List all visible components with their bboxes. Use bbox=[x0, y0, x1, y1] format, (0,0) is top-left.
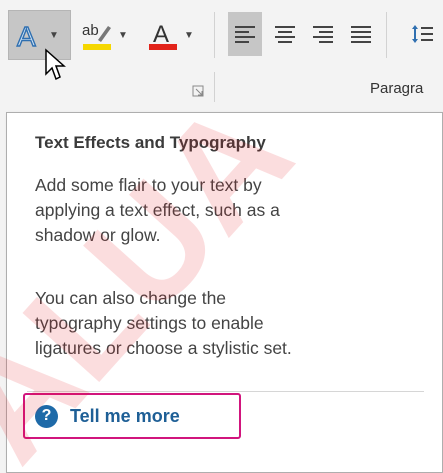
tooltip-line: typography settings to enable bbox=[35, 313, 264, 333]
align-center-button[interactable] bbox=[268, 12, 302, 56]
tooltip-line: You can also change the bbox=[35, 288, 227, 308]
text-effects-icon: A bbox=[16, 20, 36, 50]
align-center-icon bbox=[275, 26, 295, 43]
text-highlight-color-button[interactable]: ab ▼ bbox=[80, 10, 136, 60]
group-separator bbox=[386, 12, 387, 58]
font-color-glyph: A bbox=[153, 21, 169, 48]
chevron-down-icon: ▼ bbox=[118, 29, 128, 41]
chevron-down-icon: ▼ bbox=[184, 29, 194, 41]
group-separator bbox=[214, 12, 215, 58]
tooltip-line: ligatures or choose a stylistic set. bbox=[35, 338, 292, 358]
tooltip-line: applying a text effect, such as a bbox=[35, 200, 280, 220]
font-color-button[interactable]: A ▼ bbox=[146, 10, 202, 60]
highlight-glyph: ab bbox=[82, 22, 99, 39]
tooltip-title: Text Effects and Typography bbox=[35, 133, 266, 152]
tooltip-line: shadow or glow. bbox=[35, 225, 161, 245]
chevron-down-icon: ▼ bbox=[49, 29, 59, 41]
align-right-button[interactable] bbox=[306, 12, 340, 56]
justify-icon bbox=[351, 26, 371, 43]
align-left-icon bbox=[235, 26, 255, 43]
align-left-button[interactable] bbox=[228, 12, 262, 56]
tooltip-description: You can also change the typography setti… bbox=[35, 286, 405, 361]
ribbon: A ▼ ab ▼ A ▼ Paragra bbox=[0, 0, 443, 108]
paragraph-group-label: Paragra bbox=[370, 80, 424, 97]
align-right-icon bbox=[313, 26, 333, 43]
tell-me-more-link[interactable]: ? Tell me more bbox=[23, 393, 241, 439]
group-separator bbox=[214, 72, 215, 102]
mouse-pointer-icon bbox=[45, 48, 66, 81]
tooltip-description: Add some flair to your text by applying … bbox=[35, 173, 405, 248]
text-highlight-color-icon: ab bbox=[82, 22, 111, 50]
justify-button[interactable] bbox=[344, 12, 378, 56]
divider bbox=[27, 391, 424, 392]
tooltip-line: Add some flair to your text by bbox=[35, 175, 262, 195]
help-icon: ? bbox=[35, 404, 58, 428]
svg-text:A: A bbox=[17, 21, 36, 50]
line-spacing-icon bbox=[411, 25, 433, 43]
tell-me-more-label: Tell me more bbox=[70, 405, 180, 426]
font-color-icon: A bbox=[149, 21, 177, 50]
line-spacing-button[interactable] bbox=[400, 12, 443, 56]
tooltip-panel: Text Effects and Typography Add some fla… bbox=[6, 112, 443, 473]
dialog-launcher-icon[interactable] bbox=[192, 85, 204, 97]
